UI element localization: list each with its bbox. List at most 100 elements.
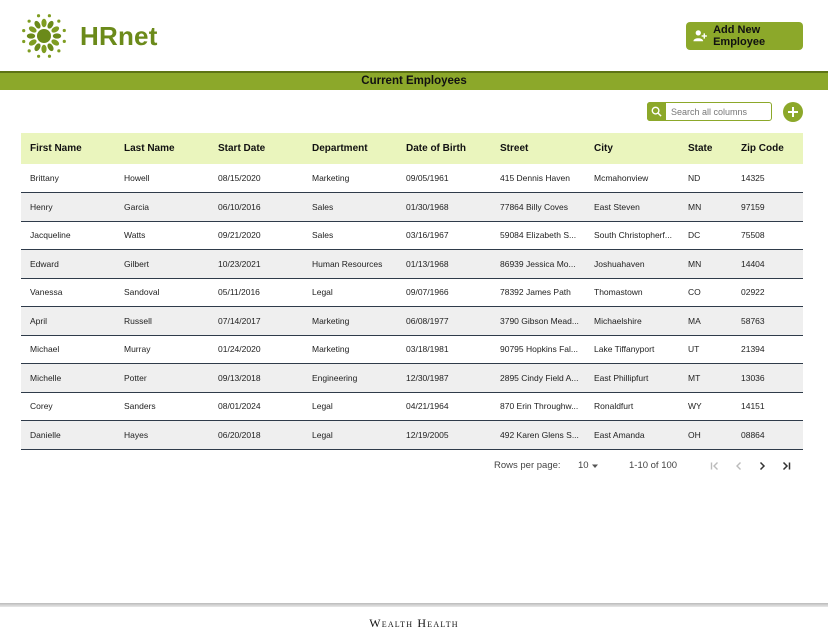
table-cell: Joshuahaven [585, 249, 679, 279]
table-cell: Howell [115, 164, 209, 193]
footer-divider [0, 603, 828, 607]
column-header[interactable]: Zip Code [732, 133, 803, 164]
column-header[interactable]: Start Date [209, 133, 303, 164]
add-new-employee-label: Add New Employee [713, 24, 766, 48]
table-cell: Sales [303, 221, 397, 250]
table-cell: Legal [303, 278, 397, 307]
table-cell: 3790 Gibson Mead... [491, 306, 585, 336]
table-cell: 13036 [732, 363, 803, 393]
table-row[interactable]: Danielle Hayes 06/20/2018 Legal 12/19/2005 49… [21, 420, 803, 450]
table-row[interactable]: Michelle Potter 09/13/2018 Engineering 12/30… [21, 363, 803, 393]
table-cell: East Amanda [585, 420, 679, 450]
table-cell: Sandoval [115, 278, 209, 307]
flower-logo-icon [22, 14, 66, 58]
table-row[interactable]: Michael Murray 01/24/2020 Marketing 03/18/19… [21, 335, 803, 364]
table-cell: 21394 [732, 335, 803, 364]
table-cell: Edward [21, 249, 115, 279]
table-cell: 86939 Jessica Mo... [491, 249, 585, 279]
table-row[interactable]: Jacqueline Watts 09/21/2020 Sales 03/16/1967… [21, 221, 803, 250]
last-page-button[interactable] [778, 458, 794, 474]
table-cell: Danielle [21, 420, 115, 450]
rows-per-page-label: Rows per page: [494, 460, 561, 471]
rows-per-page-value: 10 [578, 460, 589, 471]
table-cell: Lake Tiffanyport [585, 335, 679, 364]
table-cell: Human Resources [303, 249, 397, 279]
column-header[interactable]: Last Name [115, 133, 209, 164]
next-page-button[interactable] [754, 458, 770, 474]
table-cell: Engineering [303, 363, 397, 393]
column-header[interactable]: City [585, 133, 679, 164]
table-cell: 06/10/2016 [209, 192, 303, 222]
table-cell: Watts [115, 221, 209, 250]
column-header[interactable]: Date of Birth [397, 133, 491, 164]
table-cell: 09/07/1966 [397, 278, 491, 307]
table-cell: South Christopherf... [585, 221, 679, 250]
first-page-icon [710, 462, 718, 470]
table-cell: 08864 [732, 420, 803, 450]
chevron-left-icon [736, 462, 741, 470]
rows-per-page-select[interactable]: 10 [578, 460, 599, 471]
table-row[interactable]: Vanessa Sandoval 05/11/2016 Legal 09/07/1966… [21, 278, 803, 307]
table-cell: 07/14/2017 [209, 306, 303, 336]
table-cell: Gilbert [115, 249, 209, 279]
table-cell: 08/01/2024 [209, 392, 303, 421]
table-cell: 415 Dennis Haven [491, 164, 585, 193]
table-row[interactable]: Edward Gilbert 10/23/2021 Human Resources 01… [21, 249, 803, 279]
table-row[interactable]: Henry Garcia 06/10/2016 Sales 01/30/1968 7786… [21, 192, 803, 222]
table-header-row: First Name Last Name Start Date Department D… [21, 133, 803, 164]
table-row[interactable]: April Russell 07/14/2017 Marketing 06/08/197… [21, 306, 803, 336]
table-cell: 97159 [732, 192, 803, 222]
table-cell: Marketing [303, 164, 397, 193]
column-header[interactable]: Street [491, 133, 585, 164]
search-button[interactable] [647, 101, 666, 121]
table-cell: 01/13/1968 [397, 249, 491, 279]
add-new-employee-button[interactable]: Add New Employee [686, 22, 803, 50]
last-page-icon [782, 461, 791, 471]
table-cell: April [21, 306, 115, 336]
add-row-button[interactable] [783, 102, 803, 122]
table-cell: ND [679, 164, 732, 193]
table-cell: 04/21/1964 [397, 392, 491, 421]
search-box [647, 101, 772, 121]
table-cell: 01/24/2020 [209, 335, 303, 364]
table-cell: 02922 [732, 278, 803, 307]
table-cell: CO [679, 278, 732, 307]
first-page-button[interactable] [707, 458, 723, 474]
column-header[interactable]: Department [303, 133, 397, 164]
table-cell: MN [679, 192, 732, 222]
table-cell: Legal [303, 420, 397, 450]
table-cell: Michael [21, 335, 115, 364]
table-cell: 870 Erin Throughw... [491, 392, 585, 421]
table-cell: 12/19/2005 [397, 420, 491, 450]
table-cell: Sanders [115, 392, 209, 421]
table-cell: Brittany [21, 164, 115, 193]
table-cell: 03/16/1967 [397, 221, 491, 250]
previous-page-button[interactable] [731, 458, 747, 474]
table-cell: 08/15/2020 [209, 164, 303, 193]
table-cell: Marketing [303, 306, 397, 336]
table-cell: 05/11/2016 [209, 278, 303, 307]
table-cell: Murray [115, 335, 209, 364]
search-input[interactable] [666, 103, 766, 120]
table-cell: Vanessa [21, 278, 115, 307]
table-cell: WY [679, 392, 732, 421]
table-cell: 06/08/1977 [397, 306, 491, 336]
page-title: Current Employees [361, 75, 467, 87]
table-cell: Corey [21, 392, 115, 421]
table-cell: 03/18/1981 [397, 335, 491, 364]
table-cell: 58763 [732, 306, 803, 336]
column-header[interactable]: State [679, 133, 732, 164]
table-cell: OH [679, 420, 732, 450]
table-cell: 10/23/2021 [209, 249, 303, 279]
column-header[interactable]: First Name [21, 133, 115, 164]
table-cell: 12/30/1987 [397, 363, 491, 393]
table-row[interactable]: Corey Sanders 08/01/2024 Legal 04/21/1964 870… [21, 392, 803, 421]
table-cell: 75508 [732, 221, 803, 250]
table-cell: 78392 James Path [491, 278, 585, 307]
table-cell: 06/20/2018 [209, 420, 303, 450]
table-cell: East Steven [585, 192, 679, 222]
pagination: Rows per page: 10 1-10 of 100 [494, 458, 804, 474]
employees-table: First Name Last Name Start Date Department D… [21, 133, 803, 450]
table-cell: East Phillipfurt [585, 363, 679, 393]
table-row[interactable]: Brittany Howell 08/15/2020 Marketing 09/05/1… [21, 164, 803, 193]
